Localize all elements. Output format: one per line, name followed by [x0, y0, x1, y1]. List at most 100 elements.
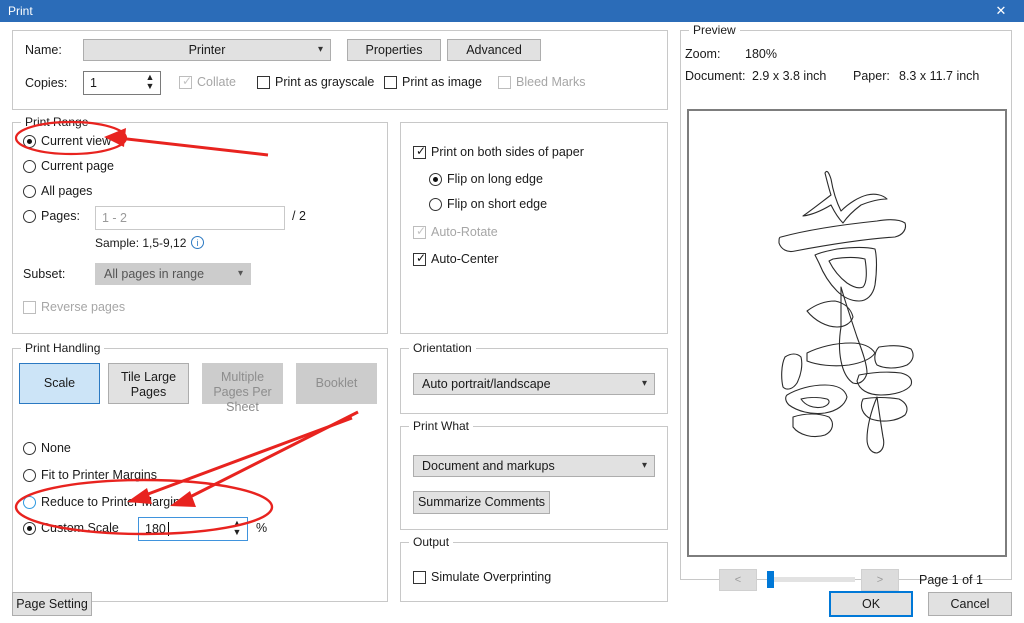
check-icon: ✓: [416, 144, 427, 158]
radio-all-pages-label[interactable]: All pages: [41, 184, 92, 198]
preview-paper-sheet[interactable]: [687, 109, 1007, 557]
auto-rotate-checkbox: ✓: [413, 224, 427, 239]
page-setting-label: Page Setting: [16, 597, 88, 611]
radio-current-page-label[interactable]: Current page: [41, 159, 114, 173]
copies-input[interactable]: 1 ▲ ▼: [83, 71, 161, 95]
spinner-down-icon[interactable]: ▼: [229, 528, 245, 538]
advanced-button-label: Advanced: [466, 43, 522, 57]
preview-prev-button[interactable]: <: [719, 569, 757, 591]
bleed-marks-label: Bleed Marks: [516, 75, 586, 89]
preview-zoom-value: 180%: [745, 47, 777, 61]
print-range-legend: Print Range: [21, 115, 93, 129]
both-sides-label[interactable]: Print on both sides of paper: [431, 145, 584, 159]
radio-current-view-label[interactable]: Current view: [41, 134, 111, 148]
tab-tile-large-pages[interactable]: Tile Large Pages: [108, 363, 189, 404]
check-icon: ✓: [416, 224, 427, 238]
pages-total-label: / 2: [292, 209, 306, 223]
page-setting-button[interactable]: Page Setting: [12, 592, 92, 616]
radio-fit-to-printer-margins[interactable]: [23, 469, 36, 482]
reverse-pages-label: Reverse pages: [41, 300, 126, 314]
custom-scale-input[interactable]: 180 ▲ ▼: [138, 517, 248, 541]
tab-tile-large-pages-label: Tile Large Pages: [120, 370, 177, 399]
preview-paper-label: Paper:: [853, 69, 890, 83]
preview-next-button[interactable]: >: [861, 569, 899, 591]
ok-button[interactable]: OK: [829, 591, 913, 617]
radio-dot-icon: [27, 526, 32, 531]
subset-label: Subset:: [23, 267, 66, 281]
preview-document-value: 2.9 x 3.8 inch: [752, 69, 827, 83]
preview-paper-value: 8.3 x 11.7 inch: [899, 69, 980, 83]
radio-flip-short-edge[interactable]: [429, 198, 442, 211]
radio-flip-short-edge-label[interactable]: Flip on short edge: [447, 197, 547, 211]
duplex-group: ✓ Print on both sides of paper Flip on l…: [400, 122, 668, 334]
advanced-button[interactable]: Advanced: [447, 39, 541, 61]
cancel-button[interactable]: Cancel: [928, 592, 1012, 616]
percent-label: %: [256, 521, 268, 535]
pages-input[interactable]: 1 - 2: [95, 206, 285, 230]
radio-custom-scale[interactable]: [23, 522, 36, 535]
radio-flip-long-edge-label[interactable]: Flip on long edge: [447, 172, 543, 186]
check-icon: ✓: [182, 74, 193, 88]
orientation-group: Orientation Auto portrait/landscape ▾: [400, 341, 668, 414]
simulate-overprinting-label[interactable]: Simulate Overprinting: [431, 570, 551, 584]
radio-fit-to-printer-margins-label[interactable]: Fit to Printer Margins: [41, 468, 157, 482]
properties-button[interactable]: Properties: [347, 39, 441, 61]
radio-flip-long-edge[interactable]: [429, 173, 442, 186]
print-range-group: Print Range Current view Current page Al…: [12, 115, 388, 334]
tab-multiple-pages-per-sheet-label: Multiple Pages Per Sheet: [213, 370, 272, 414]
subset-value: All pages in range: [104, 267, 205, 281]
radio-custom-scale-label[interactable]: Custom Scale: [41, 521, 119, 535]
reverse-pages-checkbox: [23, 301, 36, 314]
radio-dot-icon: [433, 177, 438, 182]
radio-current-page[interactable]: [23, 160, 36, 173]
tab-scale[interactable]: Scale: [19, 363, 100, 404]
print-what-combo[interactable]: Document and markups ▾: [413, 455, 655, 477]
radio-reduce-to-printer-margins[interactable]: [23, 496, 36, 509]
bleed-marks-checkbox: [498, 76, 511, 89]
close-icon[interactable]: ✕: [978, 0, 1024, 22]
chevron-down-icon: ▾: [641, 460, 647, 471]
custom-scale-spinner[interactable]: ▲ ▼: [229, 519, 245, 539]
printer-name-combo[interactable]: Printer ▾: [83, 39, 331, 61]
both-sides-checkbox[interactable]: ✓: [413, 144, 427, 159]
radio-reduce-to-printer-margins-label[interactable]: Reduce to Printer Margins: [41, 495, 186, 509]
print-what-value: Document and markups: [422, 459, 555, 473]
copies-spinner[interactable]: ▲ ▼: [142, 73, 158, 93]
radio-pages[interactable]: [23, 210, 36, 223]
radio-scale-none[interactable]: [23, 442, 36, 455]
auto-center-checkbox[interactable]: ✓: [413, 251, 427, 266]
print-what-legend: Print What: [409, 419, 474, 433]
copies-value: 1: [90, 76, 97, 90]
preview-page-slider-track[interactable]: [767, 577, 855, 582]
print-dialog-body: Name: Printer ▾ Properties Advanced Copi…: [0, 22, 1024, 623]
check-icon: ✓: [416, 251, 427, 265]
sample-text: Sample: 1,5-9,12: [95, 236, 187, 250]
orientation-combo[interactable]: Auto portrait/landscape ▾: [413, 373, 655, 395]
preview-prev-label: <: [734, 574, 742, 586]
spinner-down-icon[interactable]: ▼: [142, 82, 158, 92]
printer-name-label: Name:: [25, 43, 62, 57]
properties-button-label: Properties: [365, 43, 423, 57]
info-icon[interactable]: i: [191, 236, 204, 249]
output-legend: Output: [409, 535, 454, 549]
simulate-overprinting-checkbox[interactable]: [413, 571, 426, 584]
summarize-comments-button[interactable]: Summarize Comments: [413, 491, 550, 514]
tab-booklet: Booklet: [296, 363, 377, 404]
ok-button-label: OK: [861, 597, 881, 611]
auto-center-label[interactable]: Auto-Center: [431, 252, 498, 266]
output-group: Output Simulate Overprinting: [400, 535, 668, 602]
preview-zoom-label: Zoom:: [685, 47, 721, 61]
chevron-down-icon: ▾: [317, 44, 323, 55]
print-handling-group: Print Handling Scale Tile Large Pages Mu…: [12, 341, 388, 602]
radio-all-pages[interactable]: [23, 185, 36, 198]
pages-placeholder: 1 - 2: [102, 211, 128, 225]
grayscale-checkbox[interactable]: [257, 76, 270, 89]
grayscale-label[interactable]: Print as grayscale: [275, 75, 374, 89]
radio-pages-label[interactable]: Pages:: [41, 209, 80, 223]
print-as-image-checkbox[interactable]: [384, 76, 397, 89]
radio-current-view[interactable]: [23, 135, 36, 148]
radio-scale-none-label[interactable]: None: [41, 441, 71, 455]
print-as-image-label[interactable]: Print as image: [402, 75, 482, 89]
preview-page-slider-thumb[interactable]: [767, 571, 774, 588]
auto-rotate-label: Auto-Rotate: [431, 225, 498, 239]
